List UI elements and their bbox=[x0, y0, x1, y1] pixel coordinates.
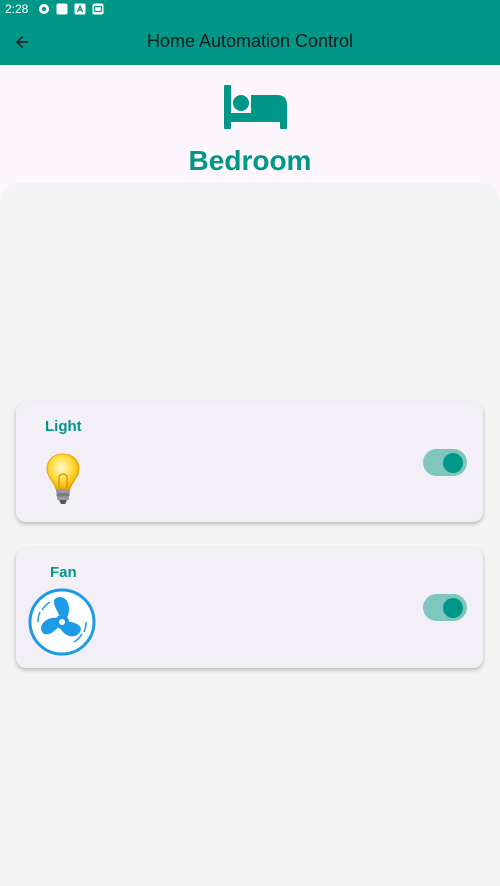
fan-toggle[interactable] bbox=[423, 594, 467, 621]
a-icon bbox=[74, 3, 86, 15]
light-toggle-knob bbox=[443, 452, 463, 473]
devices-panel bbox=[0, 183, 500, 886]
box-icon bbox=[92, 3, 104, 15]
device-card-fan: Fan bbox=[16, 548, 483, 668]
fan-icon bbox=[28, 588, 96, 656]
notification-icon bbox=[38, 3, 50, 15]
device-label-light: Light bbox=[45, 418, 82, 435]
device-card-light: Light bbox=[16, 402, 483, 522]
square-icon bbox=[56, 3, 68, 15]
lightbulb-icon bbox=[46, 453, 80, 504]
room-title: Bedroom bbox=[188, 145, 312, 176]
bed-icon bbox=[224, 85, 287, 129]
app-bar: Home Automation Control bbox=[0, 18, 500, 65]
app-title: Home Automation Control bbox=[146, 31, 354, 51]
status-time: 2:28 bbox=[5, 2, 29, 16]
light-toggle[interactable] bbox=[423, 449, 467, 476]
device-label-fan: Fan bbox=[50, 564, 77, 581]
fan-toggle-knob bbox=[443, 597, 463, 618]
status-bar: 2:28 bbox=[0, 0, 500, 18]
room-header: Bedroom bbox=[0, 65, 500, 185]
